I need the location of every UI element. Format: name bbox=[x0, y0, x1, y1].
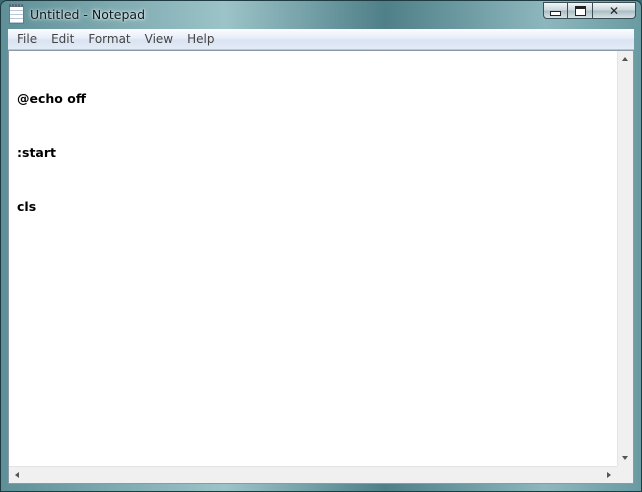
notepad-app-icon[interactable] bbox=[9, 4, 24, 24]
editor-line: @echo off bbox=[17, 91, 86, 106]
menu-view[interactable]: View bbox=[138, 29, 180, 49]
minimize-icon bbox=[550, 10, 561, 16]
editor-line: :start bbox=[17, 145, 56, 160]
menu-help[interactable]: Help bbox=[180, 29, 221, 49]
title-bar[interactable]: Untitled - Notepad ✕ bbox=[1, 1, 641, 29]
editor-text[interactable]: @echo off :start cls bbox=[17, 54, 86, 252]
maximize-icon bbox=[574, 5, 586, 16]
scrollbar-corner bbox=[617, 466, 633, 483]
scroll-down-icon[interactable] bbox=[622, 456, 628, 460]
horizontal-scrollbar[interactable] bbox=[9, 466, 617, 483]
window-title: Untitled - Notepad bbox=[30, 7, 146, 22]
editor-line: cls bbox=[17, 199, 37, 214]
close-icon: ✕ bbox=[608, 3, 620, 18]
vertical-scrollbar[interactable] bbox=[617, 51, 633, 466]
caption-buttons: ✕ bbox=[543, 2, 636, 19]
close-button[interactable]: ✕ bbox=[593, 2, 636, 19]
menu-format[interactable]: Format bbox=[81, 29, 137, 49]
menu-bar: File Edit Format View Help bbox=[8, 29, 634, 50]
scroll-right-icon[interactable] bbox=[607, 472, 611, 478]
text-editor[interactable]: @echo off :start cls bbox=[8, 50, 634, 484]
scroll-up-icon[interactable] bbox=[622, 57, 628, 61]
maximize-button[interactable] bbox=[568, 2, 593, 19]
minimize-button[interactable] bbox=[543, 2, 568, 19]
menu-edit[interactable]: Edit bbox=[44, 29, 81, 49]
scroll-left-icon[interactable] bbox=[15, 472, 19, 478]
notepad-window: Untitled - Notepad ✕ File Edit Format Vi… bbox=[0, 0, 642, 492]
menu-file[interactable]: File bbox=[8, 29, 44, 49]
